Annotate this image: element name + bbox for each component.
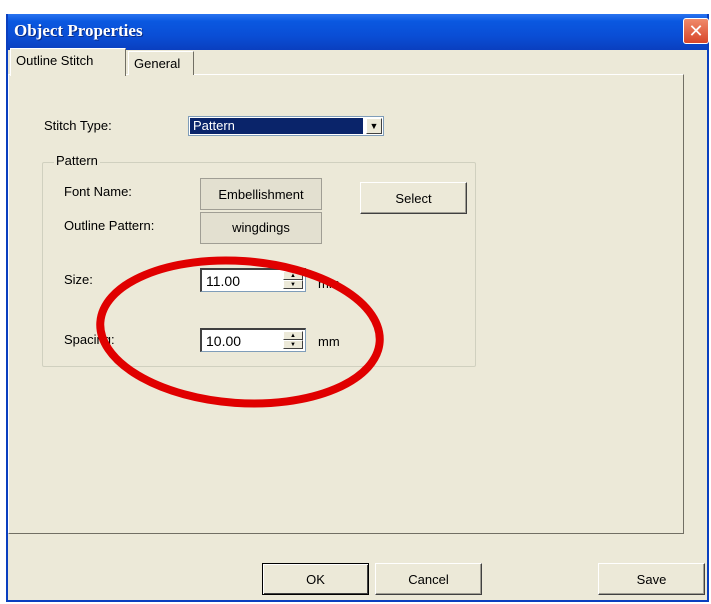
size-label: Size:	[64, 272, 93, 287]
outline-pattern-value: wingdings	[200, 212, 322, 244]
size-spinner[interactable]: 11.00 ▲ ▼	[200, 268, 306, 292]
dialog-title: Object Properties	[14, 21, 143, 40]
pattern-group-title: Pattern	[54, 153, 100, 168]
font-name-label: Font Name:	[64, 184, 132, 199]
outline-pattern-label: Outline Pattern:	[64, 218, 155, 233]
spin-up-icon[interactable]: ▲	[283, 331, 303, 340]
spacing-input[interactable]: 10.00	[206, 333, 241, 349]
size-unit: mm	[318, 276, 340, 291]
stitch-type-value: Pattern	[190, 118, 363, 134]
select-button[interactable]: Select	[360, 182, 467, 214]
chevron-down-icon[interactable]: ▼	[366, 118, 382, 134]
spacing-label: Spacing:	[64, 332, 115, 347]
stitch-type-label: Stitch Type:	[44, 118, 112, 133]
spacing-spin-buttons: ▲ ▼	[283, 331, 303, 349]
close-icon: ✕	[688, 21, 704, 41]
spacing-unit: mm	[318, 334, 340, 349]
spin-down-icon[interactable]: ▼	[283, 280, 303, 289]
spin-down-icon[interactable]: ▼	[283, 340, 303, 349]
size-spin-buttons: ▲ ▼	[283, 271, 303, 289]
ok-button[interactable]: OK	[262, 563, 369, 595]
tab-outline-stitch[interactable]: Outline Stitch	[10, 48, 126, 76]
close-button[interactable]: ✕	[683, 18, 709, 44]
font-name-value: Embellishment	[200, 178, 322, 210]
save-button[interactable]: Save	[598, 563, 705, 595]
title-bar[interactable]: Object Properties ✕	[8, 14, 709, 50]
stitch-type-dropdown[interactable]: Pattern ▼	[188, 116, 384, 136]
tab-general[interactable]: General	[128, 51, 194, 75]
cancel-button[interactable]: Cancel	[375, 563, 482, 595]
spacing-spinner[interactable]: 10.00 ▲ ▼	[200, 328, 306, 352]
spin-up-icon[interactable]: ▲	[283, 271, 303, 280]
size-input[interactable]: 11.00	[206, 273, 240, 289]
